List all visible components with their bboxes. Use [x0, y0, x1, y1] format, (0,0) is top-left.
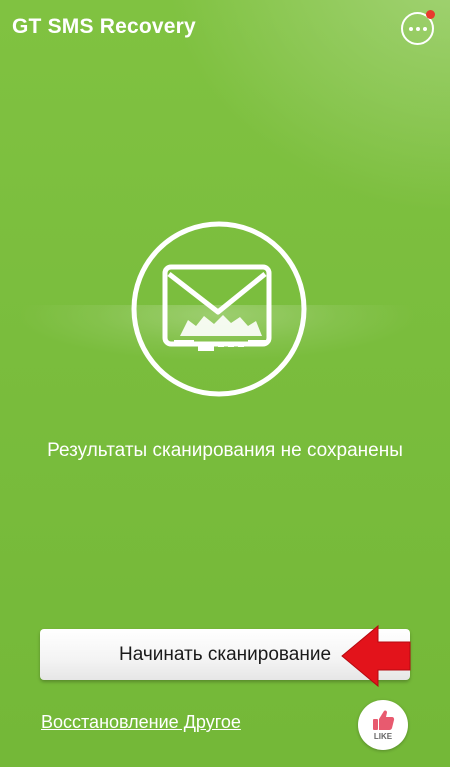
app-screen: GT SMS Recovery Результаты сканирования …	[0, 0, 450, 767]
red-arrow-icon	[341, 624, 411, 688]
like-label: LIKE	[373, 732, 393, 741]
scan-status-text: Результаты сканирования не сохранены	[47, 440, 403, 461]
restore-other-link[interactable]: Восстановление Другое	[41, 712, 241, 733]
notification-dot	[426, 10, 435, 19]
more-dots-icon	[408, 26, 427, 31]
start-scan-label: Начинать сканирование	[118, 643, 332, 665]
broken-envelope-icon	[131, 221, 307, 397]
thumbs-up-icon	[373, 710, 395, 730]
like-button[interactable]: LIKE	[358, 700, 408, 750]
app-title: GT SMS Recovery	[12, 15, 196, 38]
